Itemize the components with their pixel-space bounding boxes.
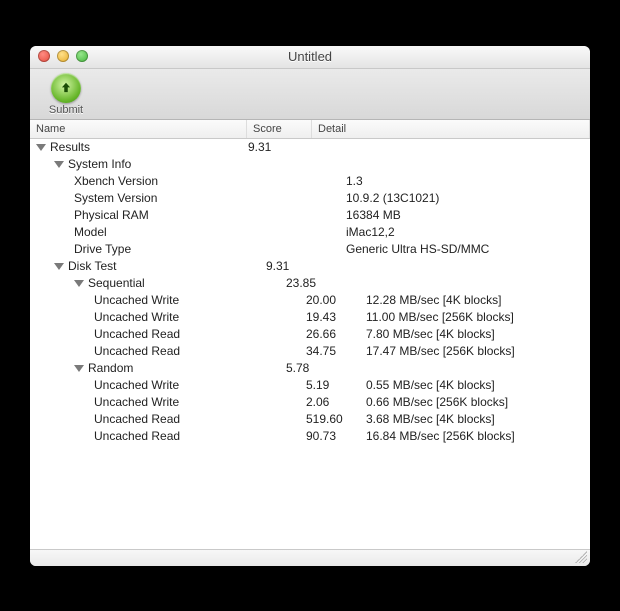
- submit-button[interactable]: Submit: [40, 73, 92, 119]
- row-detail: 16.84 MB/sec [256K blocks]: [364, 429, 590, 443]
- row-detail: 10.9.2 (13C1021): [344, 191, 590, 205]
- outline-row[interactable]: Uncached Write 5.190.55 MB/sec [4K blocks…: [30, 377, 590, 394]
- column-header-detail[interactable]: Detail: [312, 120, 590, 138]
- window-controls: [38, 50, 88, 62]
- column-header-score[interactable]: Score: [247, 120, 312, 138]
- disclosure-triangle-icon[interactable]: [54, 263, 64, 270]
- outline-row[interactable]: Uncached Write 2.060.66 MB/sec [256K bloc…: [30, 394, 590, 411]
- row-score: 5.19: [304, 378, 364, 392]
- outline-row[interactable]: Physical RAM 16384 MB: [30, 207, 590, 224]
- toolbar: Submit: [30, 69, 590, 120]
- row-name: Disk Test: [68, 259, 116, 273]
- app-window: Untitled Submit Name Score Detail Result…: [30, 46, 590, 566]
- row-detail: 0.66 MB/sec [256K blocks]: [364, 395, 590, 409]
- row-score: 23.85: [284, 276, 344, 290]
- minimize-button[interactable]: [57, 50, 69, 62]
- disclosure-triangle-icon[interactable]: [54, 161, 64, 168]
- outline-row[interactable]: Random 5.78: [30, 360, 590, 377]
- row-score: 2.06: [304, 395, 364, 409]
- outline-row[interactable]: System Info: [30, 156, 590, 173]
- outline-row[interactable]: Xbench Version 1.3: [30, 173, 590, 190]
- row-detail: 12.28 MB/sec [4K blocks]: [364, 293, 590, 307]
- outline-row[interactable]: Results 9.31: [30, 139, 590, 156]
- row-name: Uncached Write: [94, 395, 179, 409]
- row-detail: 17.47 MB/sec [256K blocks]: [364, 344, 590, 358]
- row-score: 9.31: [246, 140, 306, 154]
- outline-row[interactable]: Uncached Read 26.667.80 MB/sec [4K blocks…: [30, 326, 590, 343]
- outline-row[interactable]: Uncached Write 20.0012.28 MB/sec [4K bloc…: [30, 292, 590, 309]
- column-header: Name Score Detail: [30, 120, 590, 139]
- outline-row[interactable]: Uncached Read 519.603.68 MB/sec [4K block…: [30, 411, 590, 428]
- row-name: Random: [88, 361, 133, 375]
- row-detail: 16384 MB: [344, 208, 590, 222]
- outline-row[interactable]: Model iMac12,2: [30, 224, 590, 241]
- close-button[interactable]: [38, 50, 50, 62]
- disclosure-triangle-icon[interactable]: [74, 365, 84, 372]
- row-name: Uncached Write: [94, 378, 179, 392]
- outline-row[interactable]: Sequential 23.85: [30, 275, 590, 292]
- outline-row[interactable]: Drive Type Generic Ultra HS-SD/MMC: [30, 241, 590, 258]
- submit-label: Submit: [40, 104, 92, 116]
- row-detail: Generic Ultra HS-SD/MMC: [344, 242, 590, 256]
- resize-grip[interactable]: [575, 551, 587, 563]
- row-name: Xbench Version: [74, 174, 158, 188]
- disclosure-triangle-icon[interactable]: [36, 144, 46, 151]
- row-detail: 7.80 MB/sec [4K blocks]: [364, 327, 590, 341]
- submit-icon: [51, 73, 81, 103]
- disclosure-triangle-icon[interactable]: [74, 280, 84, 287]
- row-detail: iMac12,2: [344, 225, 590, 239]
- row-score: 9.31: [264, 259, 324, 273]
- row-score: 34.75: [304, 344, 364, 358]
- row-name: Results: [50, 140, 90, 154]
- outline-row[interactable]: System Version 10.9.2 (13C1021): [30, 190, 590, 207]
- row-name: Model: [74, 225, 107, 239]
- zoom-button[interactable]: [76, 50, 88, 62]
- row-score: 26.66: [304, 327, 364, 341]
- row-detail: 11.00 MB/sec [256K blocks]: [364, 310, 590, 324]
- results-outline[interactable]: Results 9.31 System Info Xbench Version 1.3 S…: [30, 139, 590, 549]
- row-name: Drive Type: [74, 242, 131, 256]
- row-name: System Version: [74, 191, 157, 205]
- row-score: 20.00: [304, 293, 364, 307]
- row-name: Uncached Read: [94, 327, 180, 341]
- row-detail: 0.55 MB/sec [4K blocks]: [364, 378, 590, 392]
- row-score: 19.43: [304, 310, 364, 324]
- window-title: Untitled: [288, 49, 332, 64]
- outline-row[interactable]: Disk Test 9.31: [30, 258, 590, 275]
- column-header-name[interactable]: Name: [30, 120, 247, 138]
- row-name: Physical RAM: [74, 208, 149, 222]
- row-name: Uncached Write: [94, 310, 179, 324]
- row-score: 90.73: [304, 429, 364, 443]
- status-bar: [30, 549, 590, 566]
- outline-row[interactable]: Uncached Write 19.4311.00 MB/sec [256K bl…: [30, 309, 590, 326]
- row-name: Uncached Read: [94, 344, 180, 358]
- row-detail: 1.3: [344, 174, 590, 188]
- row-name: Uncached Read: [94, 412, 180, 426]
- row-name: System Info: [68, 157, 131, 171]
- row-name: Sequential: [88, 276, 145, 290]
- row-name: Uncached Read: [94, 429, 180, 443]
- row-name: Uncached Write: [94, 293, 179, 307]
- title-bar[interactable]: Untitled: [30, 46, 590, 69]
- row-detail: 3.68 MB/sec [4K blocks]: [364, 412, 590, 426]
- outline-row[interactable]: Uncached Read 34.7517.47 MB/sec [256K blo…: [30, 343, 590, 360]
- row-score: 5.78: [284, 361, 344, 375]
- row-score: 519.60: [304, 412, 364, 426]
- outline-row[interactable]: Uncached Read 90.7316.84 MB/sec [256K blo…: [30, 428, 590, 445]
